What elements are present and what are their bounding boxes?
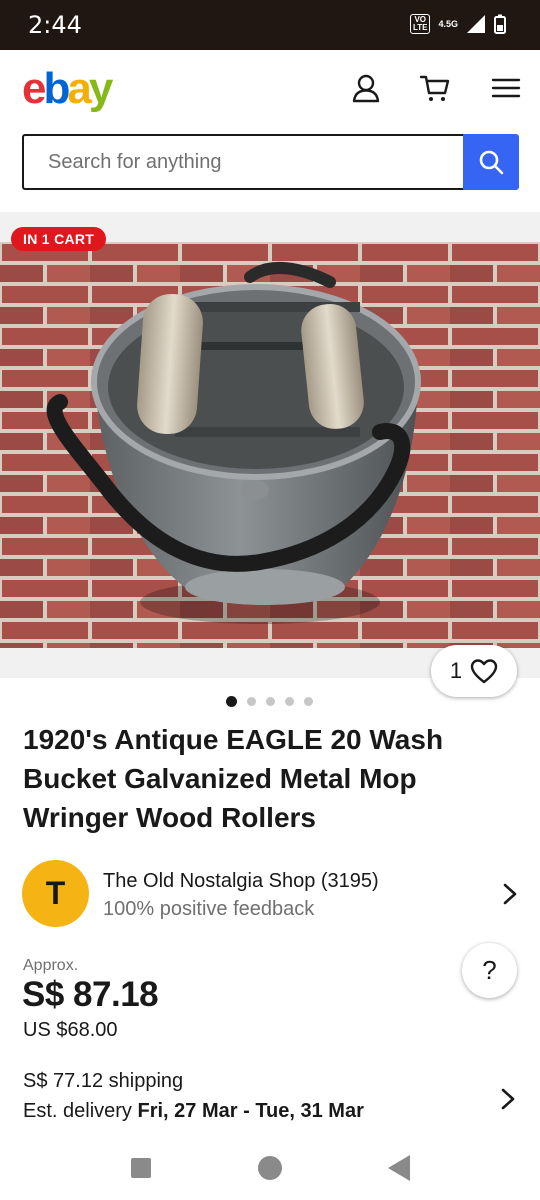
pagination-dot[interactable] bbox=[304, 697, 313, 706]
watch-count: 1 bbox=[449, 658, 463, 683]
seller-feedback: 100% positive feedback bbox=[103, 898, 315, 920]
seller-card[interactable]: T The Old Nostalgia Shop (3195) 100% pos… bbox=[22, 860, 522, 928]
help-button[interactable]: ? bbox=[462, 943, 517, 998]
logo-letter-e: e bbox=[22, 64, 47, 113]
bucket-photo bbox=[0, 242, 540, 648]
recents-button[interactable] bbox=[131, 1158, 151, 1178]
search-button[interactable] bbox=[463, 134, 519, 190]
menu-icon[interactable] bbox=[490, 72, 522, 104]
price-approx-label: Approx. bbox=[23, 957, 79, 974]
shipping-chevron-right-icon[interactable] bbox=[498, 1087, 518, 1111]
watch-button[interactable]: 1 bbox=[431, 645, 517, 697]
signal-icon bbox=[467, 15, 485, 33]
product-image[interactable] bbox=[0, 242, 540, 648]
cart-icon[interactable] bbox=[419, 72, 451, 104]
home-button[interactable] bbox=[258, 1156, 282, 1180]
status-icons: VO LTE 4.5G bbox=[409, 14, 506, 34]
image-pagination bbox=[226, 696, 313, 707]
status-time: 2:44 bbox=[28, 11, 82, 39]
battery-icon bbox=[494, 14, 506, 34]
delivery-dates: Fri, 27 Mar - Tue, 31 Mar bbox=[137, 1100, 364, 1122]
network-type: 4.5G bbox=[438, 19, 458, 29]
status-bar: 2:44 VO LTE 4.5G bbox=[0, 0, 540, 50]
account-icon[interactable] bbox=[350, 72, 382, 104]
ebay-logo[interactable]: ebay bbox=[22, 64, 114, 114]
app-header: ebay bbox=[0, 50, 540, 130]
price-local: S$ 87.18 bbox=[22, 975, 159, 1014]
heart-icon bbox=[470, 659, 498, 684]
pagination-dot[interactable] bbox=[285, 697, 294, 706]
pagination-dot-active[interactable] bbox=[226, 696, 237, 707]
search-icon bbox=[479, 150, 504, 175]
logo-letter-a: a bbox=[67, 64, 92, 113]
estimated-delivery: Est. delivery Fri, 27 Mar - Tue, 31 Mar bbox=[23, 1100, 364, 1123]
delivery-label: Est. delivery bbox=[23, 1100, 132, 1122]
shipping-cost: S$ 77.12 shipping bbox=[23, 1070, 184, 1092]
search-input[interactable] bbox=[22, 134, 463, 190]
pagination-dot[interactable] bbox=[266, 697, 275, 706]
price-usd: US $68.00 bbox=[23, 1019, 118, 1041]
listing-title: 1920's Antique EAGLE 20 Wash Bucket Galv… bbox=[23, 724, 444, 833]
back-button[interactable] bbox=[388, 1155, 410, 1181]
seller-avatar: T bbox=[22, 860, 89, 927]
logo-letter-y: y bbox=[88, 64, 114, 113]
chevron-right-icon bbox=[503, 883, 517, 905]
logo-letter-b: b bbox=[43, 64, 70, 113]
system-nav-bar bbox=[0, 1136, 540, 1200]
pagination-dot[interactable] bbox=[247, 697, 256, 706]
in-cart-badge: IN 1 CART bbox=[11, 227, 107, 251]
volte-icon: VO LTE bbox=[409, 14, 431, 34]
seller-name: The Old Nostalgia Shop (3195) bbox=[103, 870, 379, 892]
search-bar bbox=[22, 134, 519, 190]
